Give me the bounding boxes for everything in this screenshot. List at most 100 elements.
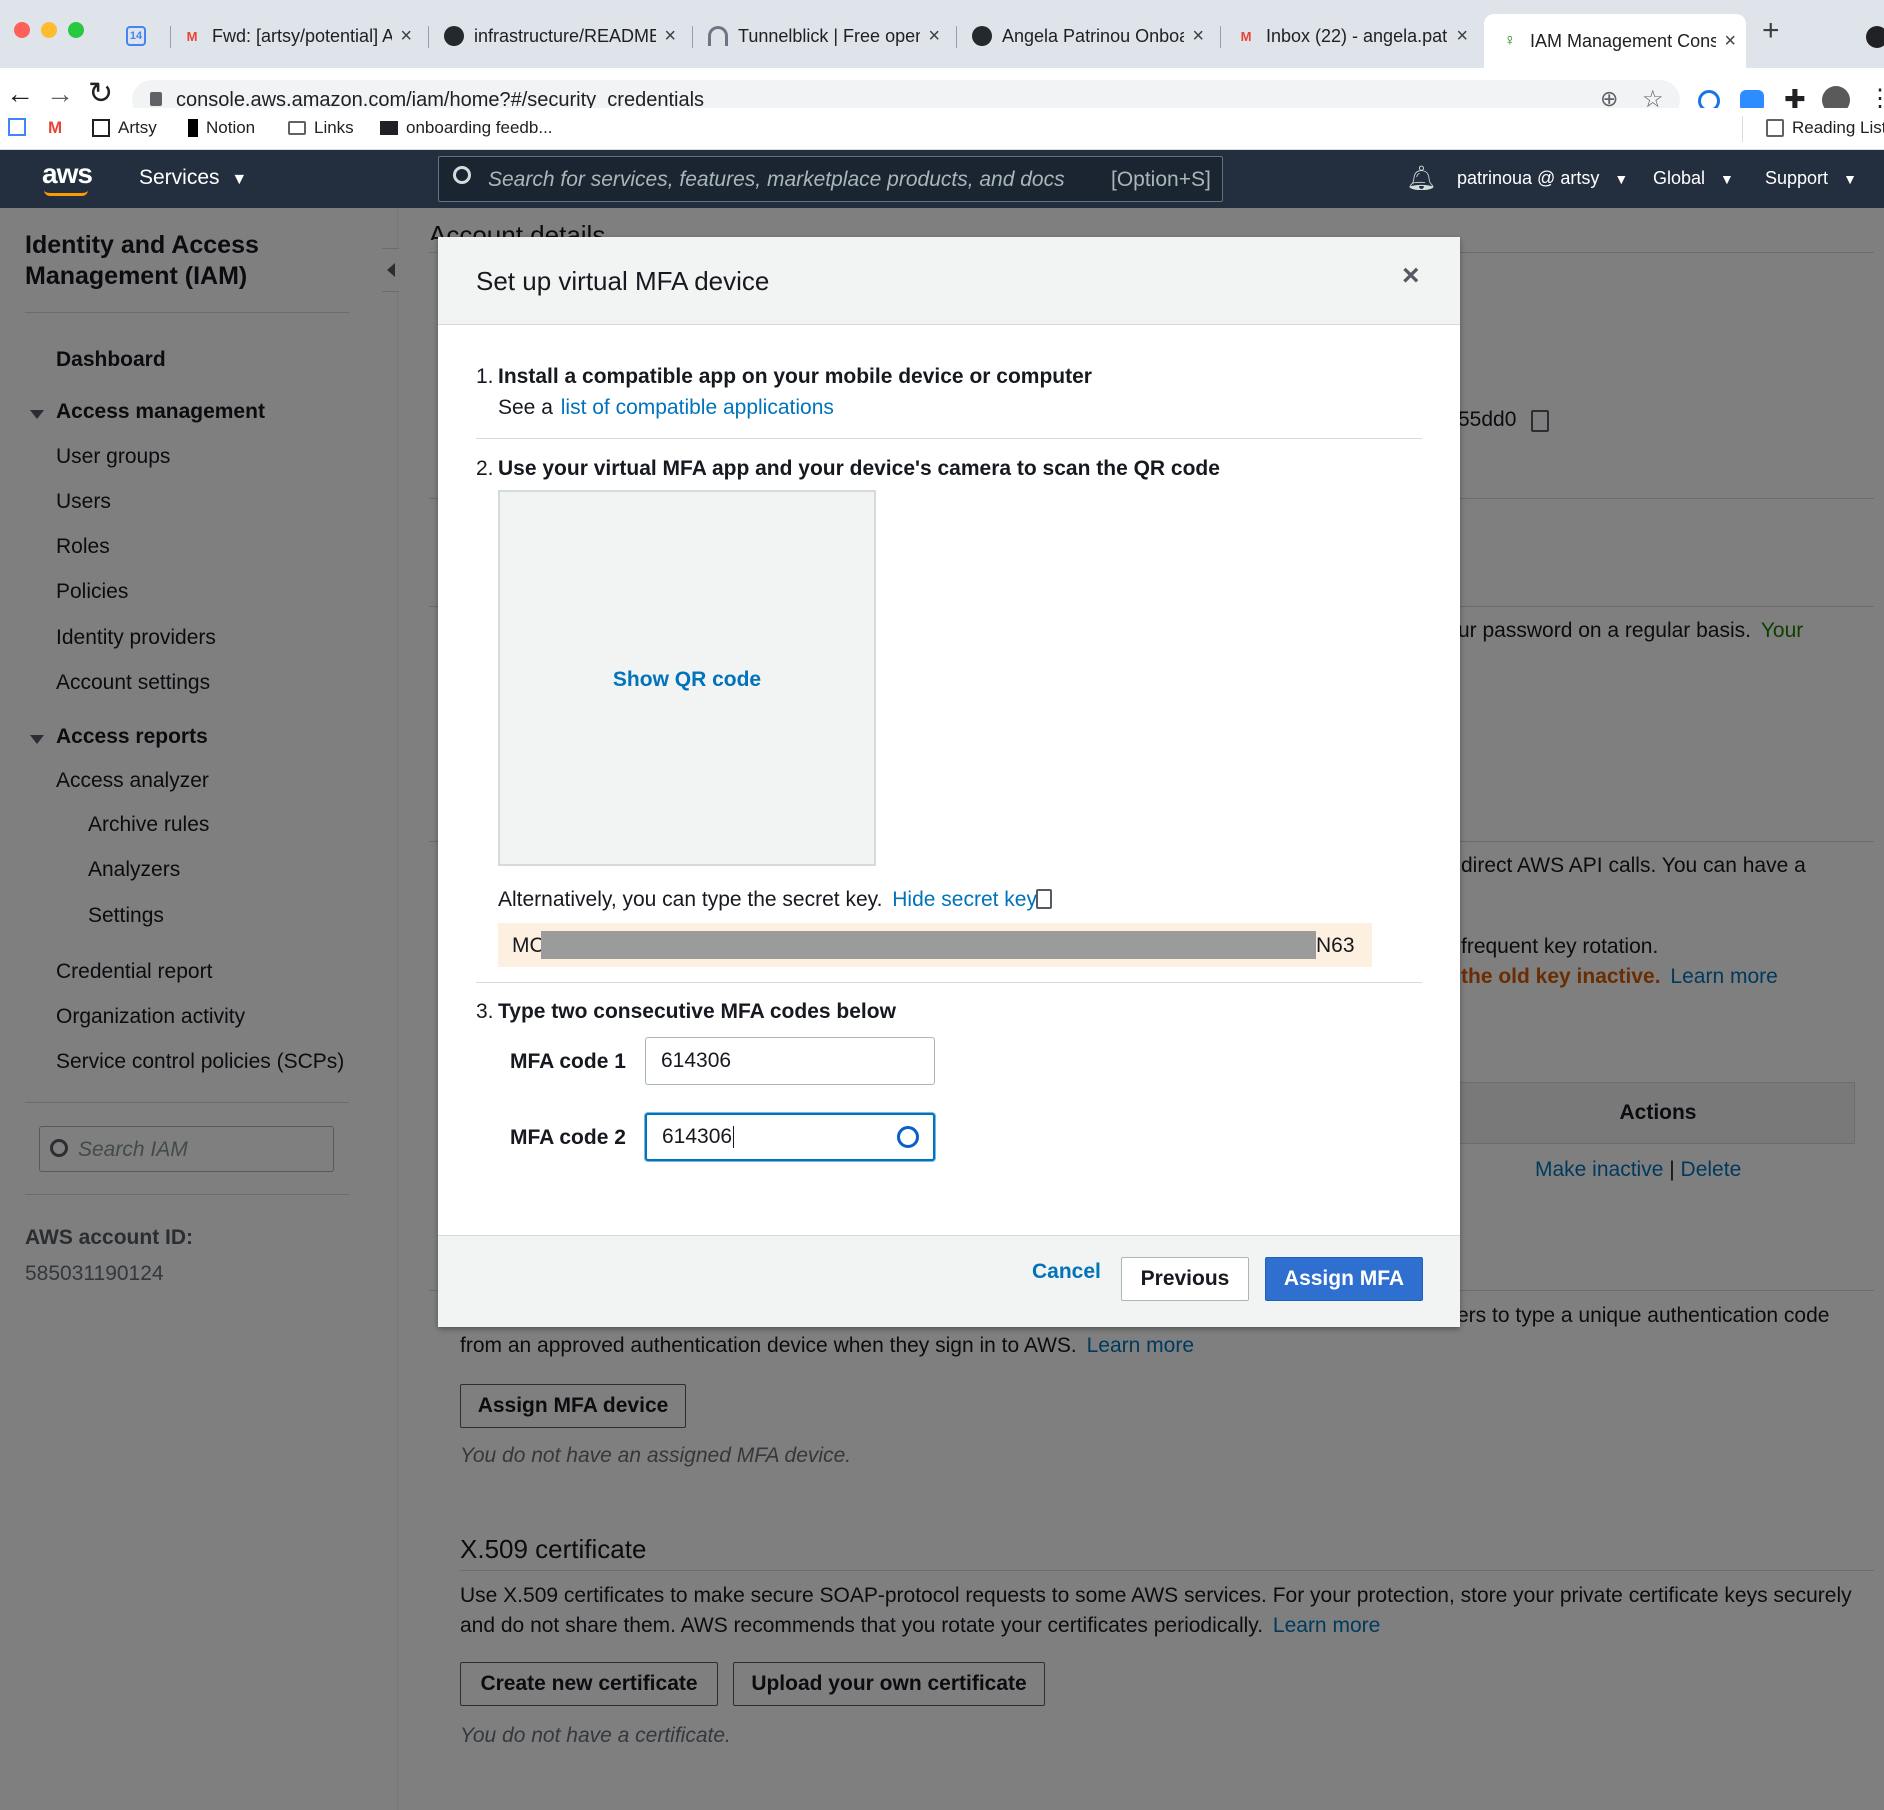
browser-tab-github-infrastructure[interactable]: infrastructure/README. × <box>434 14 686 58</box>
tunnelblick-icon <box>708 26 728 46</box>
close-window-button[interactable] <box>14 22 30 38</box>
close-icon[interactable]: × <box>1402 259 1420 293</box>
search-placeholder: Search for services, features, marketpla… <box>488 168 1065 191</box>
calendar-icon <box>8 118 26 136</box>
bookmark-onboarding-feedback[interactable]: onboarding feedb... <box>380 118 553 138</box>
bookmark-label: onboarding feedb... <box>406 118 553 137</box>
tab-label: infrastructure/README. <box>474 25 657 46</box>
mfa-code2-label: MFA code 2 <box>510 1126 626 1149</box>
assign-mfa-button[interactable]: Assign MFA <box>1265 1257 1423 1301</box>
caret-down-icon: ▼ <box>1843 171 1857 187</box>
previous-button[interactable]: Previous <box>1121 1257 1249 1301</box>
modal-divider <box>476 438 1422 439</box>
show-qr-code-link[interactable]: Show QR code <box>500 668 874 692</box>
mfa-code1-label: MFA code 1 <box>510 1050 626 1073</box>
services-label: Services <box>139 166 220 189</box>
bookmark-label: Artsy <box>118 118 157 137</box>
mfa-code2-input[interactable]: 614306 <box>645 1113 935 1161</box>
account-menu[interactable]: patrinoua @ artsy ▼ <box>1457 168 1628 189</box>
step2-number: 2. <box>476 457 494 480</box>
browser-tab-gmail-inbox[interactable]: M Inbox (22) - angela.patr × <box>1226 14 1478 58</box>
services-menu[interactable]: Services ▼ <box>139 166 247 190</box>
step3-title: Type two consecutive MFA codes below <box>498 1000 896 1023</box>
lock-icon <box>150 92 162 106</box>
aws-key-icon: ♀ <box>1504 32 1516 49</box>
tab-separator <box>1220 26 1221 48</box>
modal-divider <box>476 982 1422 983</box>
minimize-window-button[interactable] <box>41 22 57 38</box>
bookmarks-bar: M Artsy Notion Links onboarding feedb...… <box>0 108 1884 150</box>
artsy-icon <box>92 119 110 137</box>
reading-list-button[interactable]: Reading List <box>1766 118 1884 138</box>
browser-tab-strip: 14 M Fwd: [artsy/potential] Ar × infrast… <box>0 0 1884 68</box>
mfa-setup-modal: Set up virtual MFA device × 1. Install a… <box>438 237 1460 1327</box>
tab-label: Fwd: [artsy/potential] Ar <box>212 25 393 46</box>
bookmark-calendar[interactable] <box>8 118 34 136</box>
browser-tab-tunnelblick[interactable]: Tunnelblick | Free open × <box>698 14 950 58</box>
tab-separator <box>428 26 429 48</box>
secret-key-start: MC <box>512 934 545 957</box>
cancel-button[interactable]: Cancel <box>1032 1260 1101 1284</box>
caret-down-icon: ▼ <box>231 171 248 188</box>
reload-icon[interactable]: ↻ <box>88 76 113 111</box>
bookmark-notion[interactable]: Notion <box>188 118 255 138</box>
browser-tab-iam-active[interactable]: ♀ IAM Management Conso × <box>1484 14 1746 68</box>
bell-icon[interactable]: 🔔︎ <box>1406 164 1436 193</box>
close-icon[interactable]: × <box>1456 25 1468 48</box>
forward-arrow-icon[interactable]: → <box>46 78 74 110</box>
copy-icon[interactable] <box>1036 889 1052 909</box>
mfa-code1-input[interactable]: 614306 <box>645 1037 935 1085</box>
close-icon[interactable]: × <box>400 25 412 48</box>
secret-key-field: MC N63 <box>498 923 1372 967</box>
caret-down-icon: ▼ <box>1614 171 1629 187</box>
folder-icon <box>288 121 306 135</box>
support-menu[interactable]: Support ▼ <box>1765 168 1857 189</box>
back-arrow-icon[interactable]: ← <box>6 78 34 110</box>
modal-title: Set up virtual MFA device <box>476 266 770 296</box>
close-icon[interactable]: × <box>664 25 676 48</box>
search-icon <box>453 166 471 184</box>
aws-logo[interactable]: aws <box>42 158 93 190</box>
modal-footer: Cancel Previous Assign MFA <box>438 1235 1460 1327</box>
new-tab-button[interactable]: + <box>1762 14 1780 48</box>
calendar-icon: 14 <box>126 26 146 46</box>
text-cursor <box>733 1126 735 1148</box>
maximize-window-button[interactable] <box>68 22 84 38</box>
tab-separator <box>956 26 957 48</box>
tab-label: Tunnelblick | Free open <box>738 25 921 46</box>
compatible-apps-link[interactable]: list of compatible applications <box>561 396 834 419</box>
gmail-icon: M <box>48 118 63 137</box>
tab-separator <box>170 26 171 48</box>
gmail-icon: M <box>1240 28 1252 44</box>
caret-down-icon: ▼ <box>1720 171 1734 187</box>
browser-tab-calendar[interactable]: 14 <box>116 14 166 58</box>
aws-smile-icon <box>44 190 88 196</box>
bookmark-links-folder[interactable]: Links <box>288 118 354 138</box>
hide-secret-key-link[interactable]: Hide secret key <box>892 888 1037 911</box>
step1-title: Install a compatible app on your mobile … <box>498 365 1092 388</box>
alt-secret-text: Alternatively, you can type the secret k… <box>498 888 883 911</box>
alt-secret-line: Alternatively, you can type the secret k… <box>498 888 1037 912</box>
tab-label: Angela Patrinou Onboar <box>1002 25 1185 46</box>
close-icon[interactable]: × <box>928 25 940 48</box>
gmail-icon: M <box>186 28 198 44</box>
tab-search-icon[interactable] <box>1866 26 1884 48</box>
close-icon[interactable]: × <box>1192 25 1204 48</box>
region-menu[interactable]: Global ▼ <box>1653 168 1734 189</box>
region-label: Global <box>1653 168 1706 188</box>
aws-search-input[interactable]: Search for services, features, marketpla… <box>438 156 1223 202</box>
bookmark-gmail[interactable]: M <box>48 118 74 137</box>
aws-top-nav: aws Services ▼ Search for services, feat… <box>0 150 1884 208</box>
browser-tab-gmail-fwd[interactable]: M Fwd: [artsy/potential] Ar × <box>172 14 422 58</box>
step3-number: 3. <box>476 1000 494 1023</box>
account-label: patrinoua @ artsy <box>1457 168 1600 188</box>
reading-list-label: Reading List <box>1792 118 1884 137</box>
browser-tab-github-onboarding[interactable]: Angela Patrinou Onboar × <box>962 14 1214 58</box>
bookmark-artsy[interactable]: Artsy <box>92 118 157 138</box>
notion-icon <box>188 119 198 137</box>
close-icon[interactable]: × <box>1724 30 1736 53</box>
mfa-code1-value: 614306 <box>661 1049 732 1072</box>
modal-header: Set up virtual MFA device × <box>438 237 1460 325</box>
onepassword-icon[interactable] <box>897 1126 919 1148</box>
tab-separator <box>692 26 693 48</box>
